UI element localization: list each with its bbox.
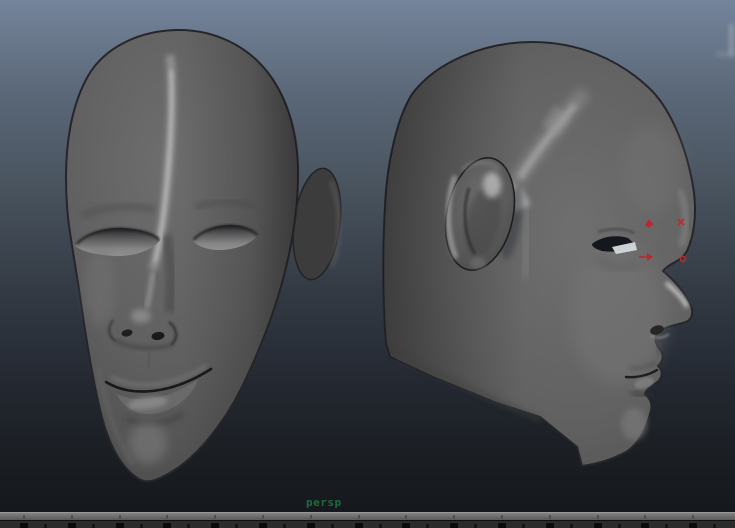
frame-number-tick — [306, 523, 315, 528]
bar-tick — [309, 515, 312, 519]
frame-tick — [569, 524, 573, 528]
ear-inner-highlight — [483, 172, 501, 198]
frame-number-tick — [259, 523, 267, 528]
bar-tick — [596, 515, 599, 519]
frame-tick — [713, 524, 717, 528]
bar-tick — [118, 515, 121, 519]
side-chin-highlight — [621, 408, 647, 440]
head-front-view[interactable] — [64, 28, 347, 483]
frame-tick — [187, 524, 191, 528]
frame-number-tick — [593, 523, 602, 528]
frame-number-tick — [689, 523, 698, 528]
frame-tick — [378, 524, 382, 528]
frame-tick — [91, 524, 95, 528]
bar-tick — [357, 515, 360, 519]
frame-number-tick — [354, 523, 363, 528]
frame-tick — [235, 524, 239, 528]
frame-tick — [665, 524, 669, 528]
frame-tick — [426, 524, 430, 528]
bar-tick — [501, 515, 503, 519]
application-window: persp — [0, 0, 735, 528]
chin-highlight — [129, 422, 167, 464]
ear-lobe-highlight — [470, 257, 486, 269]
bar-tick — [214, 515, 217, 519]
bar-tick — [70, 515, 73, 519]
frame-tick — [522, 524, 525, 528]
frame-number-tick — [20, 523, 28, 528]
camera-label: persp — [306, 496, 342, 509]
bar-tick — [405, 515, 408, 519]
left-cheek-highlight — [84, 250, 116, 326]
frame-number-tick — [450, 523, 459, 528]
frame-tick — [139, 524, 143, 528]
bar-tick — [692, 515, 695, 519]
bar-tick — [23, 515, 25, 519]
frame-number-tick — [67, 523, 76, 528]
time-slider-bar[interactable] — [0, 512, 735, 521]
nose-tip-highlight — [131, 309, 151, 323]
frame-tick — [617, 524, 621, 528]
nose-side-shadow — [161, 233, 177, 313]
time-slider-ruler[interactable] — [0, 521, 735, 528]
bar-tick — [453, 515, 456, 519]
perspective-viewport[interactable]: persp — [0, 0, 735, 512]
bar-tick — [644, 515, 647, 519]
frame-number-tick — [402, 523, 411, 528]
frame-tick — [330, 524, 334, 528]
frame-number-tick — [498, 523, 506, 528]
bar-tick — [166, 515, 169, 519]
bar-tick — [548, 515, 551, 519]
frame-number-tick — [545, 523, 554, 528]
frame-number-tick — [163, 523, 172, 528]
frame-tick — [474, 524, 478, 528]
frame-tick — [44, 524, 47, 528]
frame-number-tick — [211, 523, 220, 528]
frame-number-tick — [641, 523, 650, 528]
viewport-canvas[interactable] — [0, 0, 735, 512]
forehead-soft-highlight — [622, 123, 682, 213]
bar-tick — [262, 515, 264, 519]
temple-streak — [520, 204, 532, 279]
frame-number-tick — [115, 523, 124, 528]
edge-geometry-sliver — [716, 24, 735, 57]
frame-tick — [283, 524, 286, 528]
